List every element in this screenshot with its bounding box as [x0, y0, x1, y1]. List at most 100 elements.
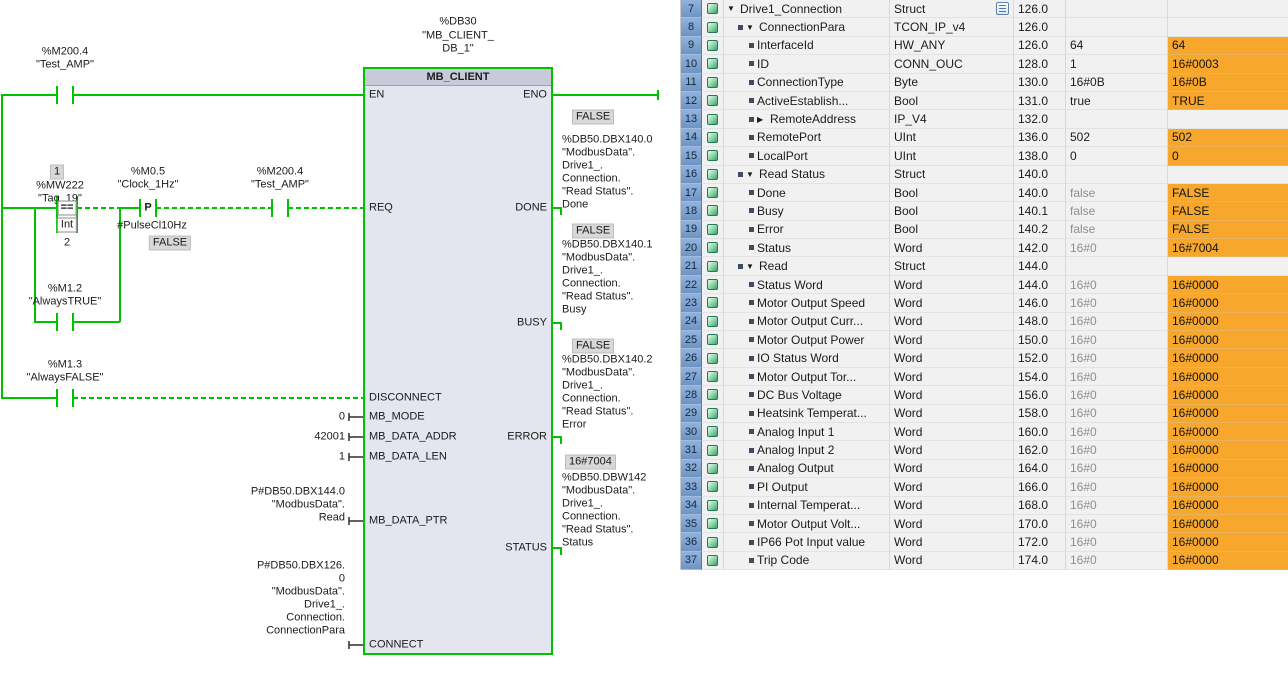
- row-number[interactable]: 30: [681, 423, 702, 441]
- offset-cell[interactable]: 174.0: [1014, 552, 1066, 570]
- datatype-cell[interactable]: Word: [890, 515, 1014, 533]
- row-number[interactable]: 11: [681, 74, 702, 92]
- monitor-value-cell[interactable]: 16#0000: [1168, 349, 1288, 367]
- p-sym[interactable]: "Clock_1Hz": [118, 179, 179, 192]
- name-cell[interactable]: IO Status Word: [724, 349, 890, 367]
- row-number[interactable]: 15: [681, 147, 702, 165]
- cmp-addr[interactable]: %MW222: [36, 180, 84, 193]
- offset-cell[interactable]: 156.0: [1014, 386, 1066, 404]
- name-cell[interactable]: InterfaceId: [724, 37, 890, 55]
- datatype-cell[interactable]: Struct: [890, 0, 1014, 18]
- offset-cell[interactable]: 172.0: [1014, 533, 1066, 551]
- name-cell[interactable]: Motor Output Volt...: [724, 515, 890, 533]
- offset-cell[interactable]: 166.0: [1014, 478, 1066, 496]
- offset-cell[interactable]: 132.0: [1014, 110, 1066, 128]
- datatype-cell[interactable]: TCON_IP_v4: [890, 18, 1014, 36]
- start-value-cell[interactable]: 16#0: [1066, 515, 1168, 533]
- monitor-value-cell[interactable]: 16#0000: [1168, 441, 1288, 459]
- row-number[interactable]: 22: [681, 276, 702, 294]
- start-value-cell[interactable]: 16#0: [1066, 386, 1168, 404]
- start-value-cell[interactable]: 16#0: [1066, 368, 1168, 386]
- block-db-address[interactable]: %DB30: [439, 16, 476, 29]
- row-number[interactable]: 8: [681, 18, 702, 36]
- start-value-cell[interactable]: 16#0: [1066, 405, 1168, 423]
- name-cell[interactable]: Analog Input 1: [724, 423, 890, 441]
- start-value-cell[interactable]: 16#0: [1066, 460, 1168, 478]
- datatype-cell[interactable]: Word: [890, 313, 1014, 331]
- name-cell[interactable]: Done: [724, 184, 890, 202]
- start-value-cell[interactable]: false: [1066, 184, 1168, 202]
- offset-cell[interactable]: 140.1: [1014, 202, 1066, 220]
- datatype-cell[interactable]: Byte: [890, 74, 1014, 92]
- datatype-cell[interactable]: Word: [890, 294, 1014, 312]
- start-value-cell[interactable]: true: [1066, 92, 1168, 110]
- monitor-value-cell[interactable]: 502: [1168, 129, 1288, 147]
- row-number[interactable]: 10: [681, 55, 702, 73]
- start-value-cell[interactable]: 16#0: [1066, 441, 1168, 459]
- name-cell[interactable]: ActiveEstablish...: [724, 92, 890, 110]
- datatype-cell[interactable]: Word: [890, 460, 1014, 478]
- row-number[interactable]: 27: [681, 368, 702, 386]
- datatype-cell[interactable]: UInt: [890, 129, 1014, 147]
- name-cell[interactable]: PI Output: [724, 478, 890, 496]
- done-operand-line-1[interactable]: %DB50.DBX140.0: [562, 134, 653, 147]
- monitor-value-cell[interactable]: 16#0000: [1168, 460, 1288, 478]
- name-cell[interactable]: ▶RemoteAddress: [724, 110, 890, 128]
- row-number[interactable]: 13: [681, 110, 702, 128]
- cmp-op[interactable]: ==: [58, 201, 77, 216]
- monitor-value-cell[interactable]: [1168, 257, 1288, 275]
- contact2-sym[interactable]: "Test_AMP": [251, 179, 309, 192]
- name-cell[interactable]: Trip Code: [724, 552, 890, 570]
- datatype-cell[interactable]: Word: [890, 276, 1014, 294]
- p-tag[interactable]: #PulseCl10Hz: [117, 220, 187, 233]
- busy-operand-line-1[interactable]: %DB50.DBX140.1: [562, 239, 653, 252]
- start-value-cell[interactable]: [1066, 110, 1168, 128]
- datatype-selector-icon[interactable]: [996, 2, 1009, 15]
- datatype-cell[interactable]: Word: [890, 368, 1014, 386]
- mb-data-addr-value[interactable]: 42001: [314, 431, 345, 444]
- contact1-addr[interactable]: %M200.4: [42, 46, 88, 59]
- start-value-cell[interactable]: [1066, 257, 1168, 275]
- start-value-cell[interactable]: [1066, 0, 1168, 18]
- monitor-value-cell[interactable]: FALSE: [1168, 202, 1288, 220]
- name-cell[interactable]: Analog Input 2: [724, 441, 890, 459]
- offset-cell[interactable]: 126.0: [1014, 0, 1066, 18]
- datatype-cell[interactable]: Word: [890, 441, 1014, 459]
- row-number[interactable]: 9: [681, 37, 702, 55]
- row-number[interactable]: 24: [681, 313, 702, 331]
- monitor-value-cell[interactable]: 16#0000: [1168, 276, 1288, 294]
- cmp-const[interactable]: 2: [64, 237, 70, 250]
- row-number[interactable]: 36: [681, 533, 702, 551]
- row-number[interactable]: 31: [681, 441, 702, 459]
- monitor-value-cell[interactable]: 16#0000: [1168, 515, 1288, 533]
- collapse-arrow-icon[interactable]: ▼: [746, 23, 756, 32]
- row-number[interactable]: 16: [681, 166, 702, 184]
- datatype-cell[interactable]: Word: [890, 349, 1014, 367]
- start-value-cell[interactable]: 16#0: [1066, 423, 1168, 441]
- start-value-cell[interactable]: 16#0: [1066, 313, 1168, 331]
- contact3-addr[interactable]: %M1.2: [48, 283, 82, 296]
- offset-cell[interactable]: 136.0: [1014, 129, 1066, 147]
- name-cell[interactable]: Internal Temperat...: [724, 497, 890, 515]
- mb-mode-value[interactable]: 0: [339, 411, 345, 424]
- monitor-value-cell[interactable]: [1168, 18, 1288, 36]
- offset-cell[interactable]: 126.0: [1014, 37, 1066, 55]
- datatype-cell[interactable]: Word: [890, 405, 1014, 423]
- monitor-value-cell[interactable]: 16#0000: [1168, 478, 1288, 496]
- name-cell[interactable]: LocalPort: [724, 147, 890, 165]
- monitor-value-cell[interactable]: 16#0000: [1168, 497, 1288, 515]
- row-number[interactable]: 23: [681, 294, 702, 312]
- monitor-value-cell[interactable]: 64: [1168, 37, 1288, 55]
- start-value-cell[interactable]: 0: [1066, 147, 1168, 165]
- contact1-sym[interactable]: "Test_AMP": [36, 59, 94, 72]
- monitor-value-cell[interactable]: [1168, 110, 1288, 128]
- datatype-cell[interactable]: Word: [890, 533, 1014, 551]
- row-number[interactable]: 35: [681, 515, 702, 533]
- row-number[interactable]: 7: [681, 0, 702, 18]
- row-number[interactable]: 33: [681, 478, 702, 496]
- offset-cell[interactable]: 144.0: [1014, 257, 1066, 275]
- monitor-value-cell[interactable]: TRUE: [1168, 92, 1288, 110]
- offset-cell[interactable]: 168.0: [1014, 497, 1066, 515]
- start-value-cell[interactable]: 16#0: [1066, 239, 1168, 257]
- datatype-cell[interactable]: Word: [890, 239, 1014, 257]
